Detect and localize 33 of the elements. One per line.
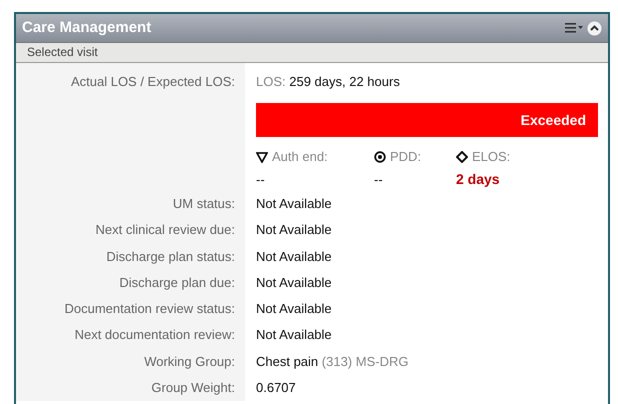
- field-value: Not Available: [256, 274, 332, 290]
- milestone-label: PDD:: [390, 148, 422, 166]
- milestone-label: ELOS:: [472, 148, 510, 166]
- field-value: Not Available: [256, 248, 332, 264]
- field-value: Not Available: [256, 327, 332, 342]
- target-icon: [374, 150, 386, 162]
- milestone-value: --: [374, 171, 384, 189]
- collapse-icon[interactable]: [587, 20, 602, 36]
- milestone-value: 2 days: [456, 170, 501, 189]
- field-label: Working Group:: [144, 354, 235, 369]
- field-value: Not Available: [256, 301, 332, 316]
- menu-icon[interactable]: [565, 22, 583, 34]
- triangle-icon: [256, 150, 268, 162]
- los-value: 259 days, 22 hours: [289, 74, 400, 89]
- field-label: Next clinical review due:: [96, 222, 235, 238]
- field-label: Group Weight:: [151, 380, 235, 396]
- field-value: Not Available: [256, 196, 332, 211]
- field-label: Next documentation review:: [74, 327, 235, 342]
- panel-title: Care Management: [22, 18, 152, 38]
- field-label: Discharge plan due:: [119, 274, 235, 290]
- field-value: Not Available: [256, 222, 332, 238]
- field-label: UM status:: [172, 196, 235, 211]
- los-label: LOS:: [256, 74, 286, 89]
- status-bar: Exceeded: [256, 103, 598, 137]
- panel-subtitle: Selected visit: [27, 45, 98, 59]
- milestone-value: --: [256, 171, 266, 189]
- diamond-icon: [456, 150, 468, 162]
- field-label: Discharge plan status:: [106, 248, 235, 264]
- milestone-label: Auth end:: [272, 148, 328, 166]
- field-value: 0.6707: [256, 380, 296, 396]
- field-label: Documentation review status:: [64, 301, 235, 316]
- field-label: Actual LOS / Expected LOS:: [70, 74, 235, 89]
- field-value: Chest pain (313) MS-DRG: [256, 354, 408, 369]
